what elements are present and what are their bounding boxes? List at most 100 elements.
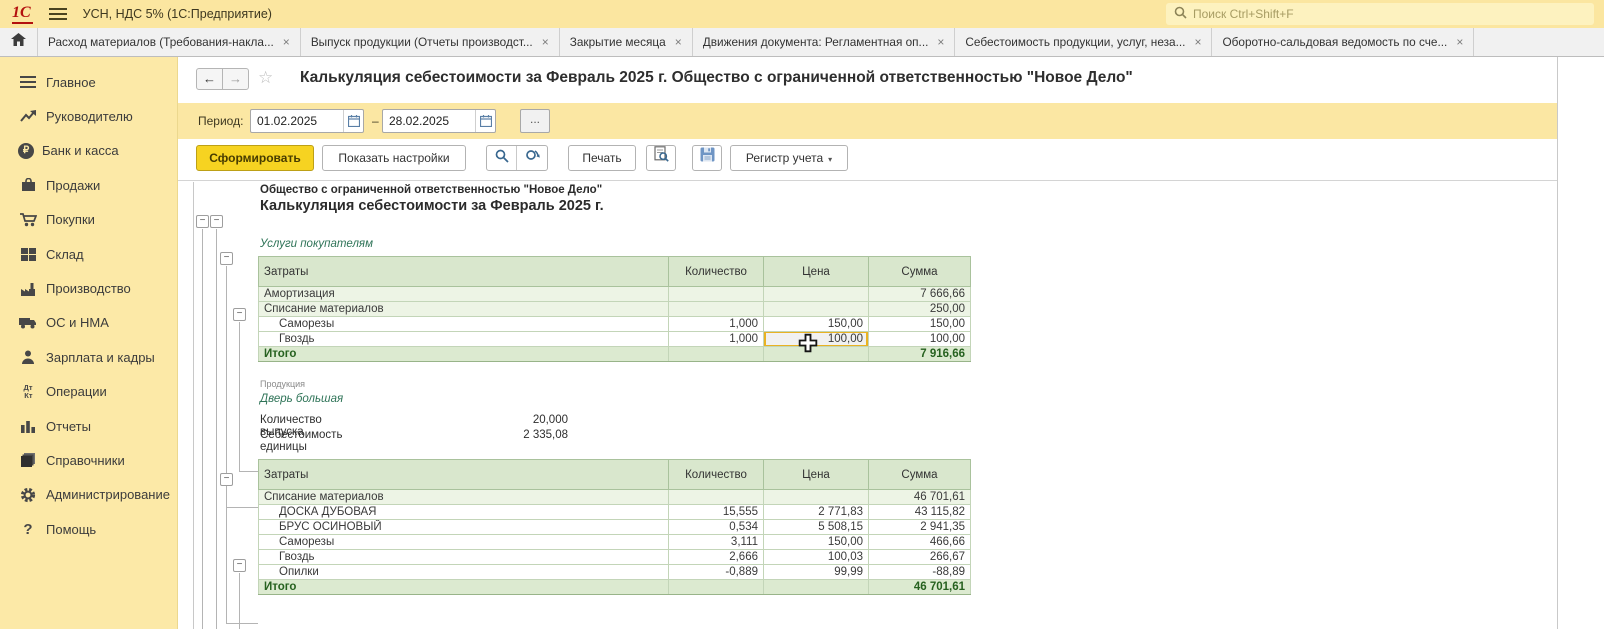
generate-button[interactable]: Сформировать [196,145,314,171]
price-cell[interactable]: 100,03 [764,550,869,565]
tab-close-icon[interactable]: × [937,36,944,48]
period-more-button[interactable]: ... [520,109,550,133]
cost-cell[interactable]: ДОСКА ДУБОВАЯ [259,505,669,520]
tab-close-icon[interactable]: × [675,36,682,48]
document-tab[interactable]: Оборотно-сальдовая ведомость по сче... × [1212,28,1474,56]
print-button[interactable]: Печать [568,145,636,171]
tab-close-icon[interactable]: × [542,36,549,48]
collapse-button[interactable]: − [196,215,209,228]
sum-cell[interactable]: 466,66 [869,535,971,550]
price-cell[interactable] [764,580,869,595]
quantity-cell[interactable] [669,287,764,302]
tab-close-icon[interactable]: × [1456,36,1463,48]
cost-cell[interactable]: Списание материалов [259,490,669,505]
table-row[interactable]: Списание материалов 250,00 [259,302,971,317]
column-header-sum[interactable]: Сумма [869,257,971,287]
back-button[interactable]: ← [196,68,223,90]
column-header-quantity[interactable]: Количество [669,460,764,490]
favorite-star-icon[interactable]: ☆ [258,68,273,88]
quantity-cell[interactable]: 2,666 [669,550,764,565]
sidebar-item-bank-i-kassa[interactable]: ₽ Банк и касса [0,134,177,168]
sum-cell[interactable]: 7 666,66 [869,287,971,302]
column-header-price[interactable]: Цена [764,257,869,287]
document-tab[interactable]: Расход материалов (Требования-накла... × [38,28,301,56]
collapse-button[interactable]: − [220,252,233,265]
table-row[interactable]: Амортизация 7 666,66 [259,287,971,302]
sum-cell[interactable]: 46 701,61 [869,580,971,595]
sum-cell[interactable]: 150,00 [869,317,971,332]
sidebar-item-glavnoe[interactable]: Главное [0,65,177,99]
sidebar-item-zarplata-i-kadry[interactable]: Зарплата и кадры [0,340,177,374]
sum-cell[interactable]: 46 701,61 [869,490,971,505]
column-header-costs[interactable]: Затраты [259,460,669,490]
sum-cell[interactable]: -88,89 [869,565,971,580]
price-cell[interactable]: 150,00 [764,317,869,332]
document-tab[interactable]: Движения документа: Регламентная оп... × [693,28,956,56]
column-header-sum[interactable]: Сумма [869,460,971,490]
sum-cell[interactable]: 100,00 [869,332,971,347]
price-cell[interactable]: 99,99 [764,565,869,580]
price-cell[interactable] [764,490,869,505]
column-header-costs[interactable]: Затраты [259,257,669,287]
document-tab[interactable]: Себестоимость продукции, услуг, неза... … [955,28,1212,56]
sidebar-item-proizvodstvo[interactable]: Производство [0,271,177,305]
sum-cell[interactable]: 266,67 [869,550,971,565]
scroll-strip[interactable] [1557,57,1604,629]
table-row[interactable]: БРУС ОСИНОВЫЙ 0,534 5 508,15 2 941,35 [259,520,971,535]
quantity-cell[interactable] [669,490,764,505]
register-menu-button[interactable]: Регистр учета▾ [730,145,848,171]
home-tab[interactable] [0,28,38,56]
find-next-button[interactable] [517,146,547,170]
sidebar-item-os-i-nma[interactable]: ОС и НМА [0,306,177,340]
price-cell[interactable]: 5 508,15 [764,520,869,535]
period-from-input[interactable]: 01.02.2025 [250,109,364,133]
table-row[interactable]: Гвоздь 2,666 100,03 266,67 [259,550,971,565]
sidebar-item-otchety[interactable]: Отчеты [0,409,177,443]
tab-close-icon[interactable]: × [283,36,290,48]
sum-cell[interactable]: 7 916,66 [869,347,971,362]
cost-cell[interactable]: БРУС ОСИНОВЫЙ [259,520,669,535]
quantity-cell[interactable] [669,347,764,362]
sidebar-item-pomoshch[interactable]: ? Помощь [0,512,177,546]
column-header-price[interactable]: Цена [764,460,869,490]
quantity-cell[interactable]: -0,889 [669,565,764,580]
quantity-cell[interactable]: 0,534 [669,520,764,535]
print-preview-button[interactable] [646,145,676,171]
cost-cell[interactable]: Гвоздь [259,332,669,347]
collapse-button[interactable]: − [210,215,223,228]
sidebar-item-operacii[interactable]: ДтКт Операции [0,375,177,409]
cost-cell[interactable]: Саморезы [259,535,669,550]
table-row[interactable]: Саморезы 3,111 150,00 466,66 [259,535,971,550]
cost-cell[interactable]: Саморезы [259,317,669,332]
price-cell[interactable] [764,347,869,362]
sidebar-item-sklad[interactable]: Склад [0,237,177,271]
document-tab[interactable]: Закрытие месяца × [560,28,693,56]
cost-cell[interactable]: Гвоздь [259,550,669,565]
table-row[interactable]: ДОСКА ДУБОВАЯ 15,555 2 771,83 43 115,82 [259,505,971,520]
cost-cell[interactable]: Опилки [259,565,669,580]
quantity-cell[interactable]: 3,111 [669,535,764,550]
sidebar-item-pokupki[interactable]: Покупки [0,203,177,237]
quantity-cell[interactable] [669,580,764,595]
table-row[interactable]: Итого 46 701,61 [259,580,971,595]
collapse-button[interactable]: − [233,559,246,572]
cost-cell[interactable]: Амортизация [259,287,669,302]
sidebar-item-rukovoditelyu[interactable]: Руководителю [0,99,177,133]
collapse-button[interactable]: − [233,308,246,321]
global-search-input[interactable]: Поиск Ctrl+Shift+F [1166,3,1594,25]
calendar-icon[interactable] [475,110,495,132]
sidebar-item-administrirovanie[interactable]: Администрирование [0,478,177,512]
sum-cell[interactable]: 250,00 [869,302,971,317]
quantity-cell[interactable]: 1,000 [669,332,764,347]
price-cell[interactable]: 2 771,83 [764,505,869,520]
find-button[interactable] [487,146,517,170]
sum-cell[interactable]: 2 941,35 [869,520,971,535]
collapse-button[interactable]: − [220,473,233,486]
document-tab[interactable]: Выпуск продукции (Отчеты производст... × [301,28,560,56]
table-row[interactable]: Итого 7 916,66 [259,347,971,362]
period-to-input[interactable]: 28.02.2025 [382,109,496,133]
cost-cell[interactable]: Итого [259,347,669,362]
price-cell[interactable] [764,287,869,302]
table-row[interactable]: Списание материалов 46 701,61 [259,490,971,505]
price-cell[interactable]: 150,00 [764,535,869,550]
